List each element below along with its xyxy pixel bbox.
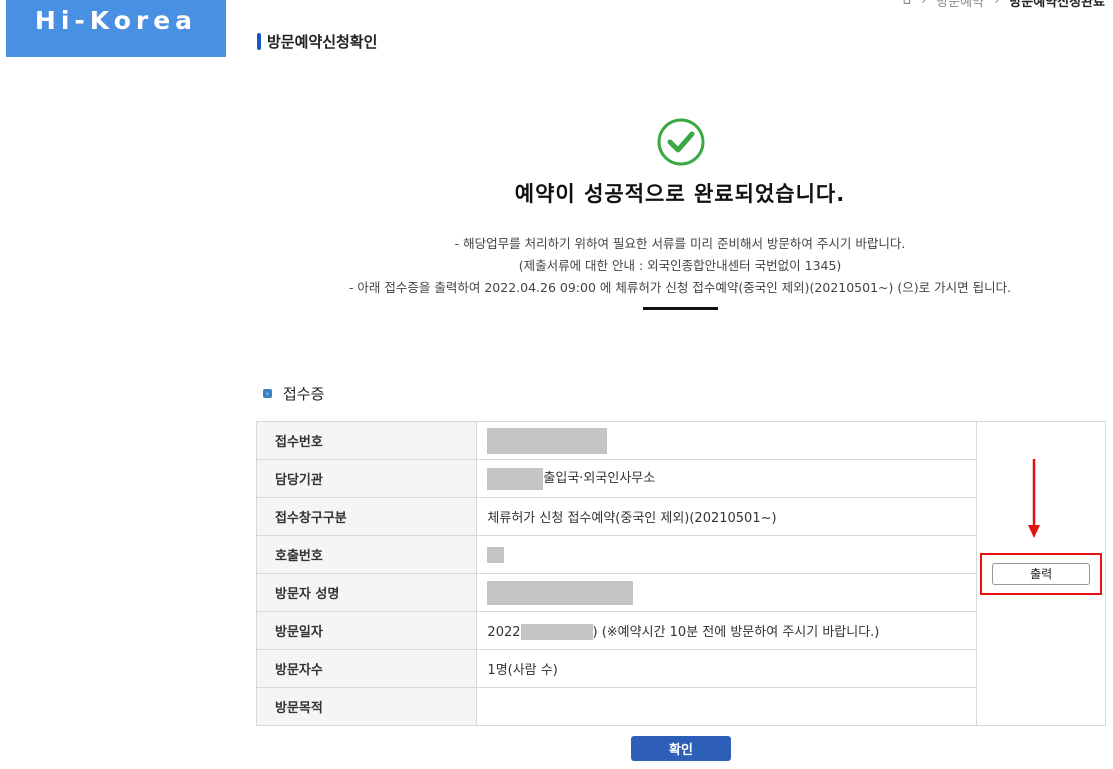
breadcrumb-item-current: 방문예약신청완료 — [1009, 0, 1105, 10]
page-title-text: 방문예약신청확인 — [267, 33, 378, 51]
divider — [643, 307, 718, 310]
check-circle-icon — [657, 118, 705, 166]
breadcrumb: ⌂ › 방문예약 › 방문예약신청완료 — [903, 0, 1105, 10]
row-value-receipt-number — [476, 421, 978, 460]
page-title: 방문예약신청확인 — [257, 31, 377, 52]
notice-line-2: (제출서류에 대한 안내 : 외국인종합안내센터 국번없이 1345) — [518, 258, 842, 273]
row-label: 방문목적 — [255, 687, 478, 726]
receipt-section-title: › 접수증 — [263, 383, 324, 404]
row-value-visit-purpose — [476, 687, 978, 726]
row-label: 방문일자 — [255, 611, 478, 650]
notice-line-3: - 아래 접수증을 출력하여 2022.04.26 09:00 에 체류허가 신… — [348, 280, 1012, 295]
row-value-visitor-count: 1명(사람 수) — [476, 649, 978, 688]
home-icon[interactable]: ⌂ — [903, 0, 911, 8]
redacted-block — [487, 467, 544, 490]
row-value-visitor-name — [476, 573, 978, 612]
breadcrumb-separator: › — [994, 0, 1000, 8]
arrow-down-icon — [1028, 459, 1040, 538]
row-value-window-type: 체류허가 신청 접수예약(중국인 제외)(20210501~) — [476, 497, 978, 536]
success-message: 예약이 성공적으로 완료되었습니다. — [514, 182, 846, 206]
redacted-block — [487, 546, 505, 563]
row-label: 방문자 성명 — [255, 573, 478, 612]
redacted-block — [487, 427, 608, 454]
redacted-block — [487, 580, 634, 605]
visit-date-suffix: ) (※예약시간 10분 전에 방문하여 주시기 바랍니다.) — [592, 624, 880, 640]
breadcrumb-item-visit-reservation[interactable]: 방문예약 — [936, 0, 984, 10]
office-text: 출입국·외국인사무소 — [543, 471, 656, 487]
confirm-button[interactable]: 확인 — [631, 736, 731, 761]
row-value-office: 출입국·외국인사무소 — [476, 459, 978, 498]
site-logo[interactable]: Hi-Korea — [6, 0, 226, 57]
title-bar-marker — [257, 33, 261, 50]
arrow-bullet-icon: › — [263, 389, 272, 398]
print-column: 출력 — [976, 421, 1106, 726]
row-label: 호출번호 — [255, 535, 478, 574]
visit-date-prefix: 2022 — [487, 624, 521, 640]
receipt-section-label: 접수증 — [283, 385, 325, 403]
row-label: 담당기관 — [255, 459, 478, 498]
row-value-visit-date: 2022 ) (※예약시간 10분 전에 방문하여 주시기 바랍니다.) — [476, 611, 978, 650]
receipt-table: 접수번호 출력 담당기관 출입국·외국인사무소 접수창구구분 체류허가 신청 접… — [255, 421, 1106, 726]
breadcrumb-separator: › — [921, 0, 927, 8]
print-button[interactable]: 출력 — [992, 562, 1091, 585]
table-row: 접수번호 출력 — [255, 421, 1106, 726]
row-value-call-number — [476, 535, 978, 574]
redacted-block — [520, 624, 593, 641]
row-label: 방문자수 — [255, 649, 478, 688]
row-label: 접수번호 — [255, 421, 478, 460]
row-label: 접수창구구분 — [255, 497, 478, 536]
print-highlight-box: 출력 — [980, 552, 1103, 595]
notice-line-1: - 해당업무를 처리하기 위하여 필요한 서류를 미리 준비해서 방문하여 주시… — [454, 236, 906, 251]
